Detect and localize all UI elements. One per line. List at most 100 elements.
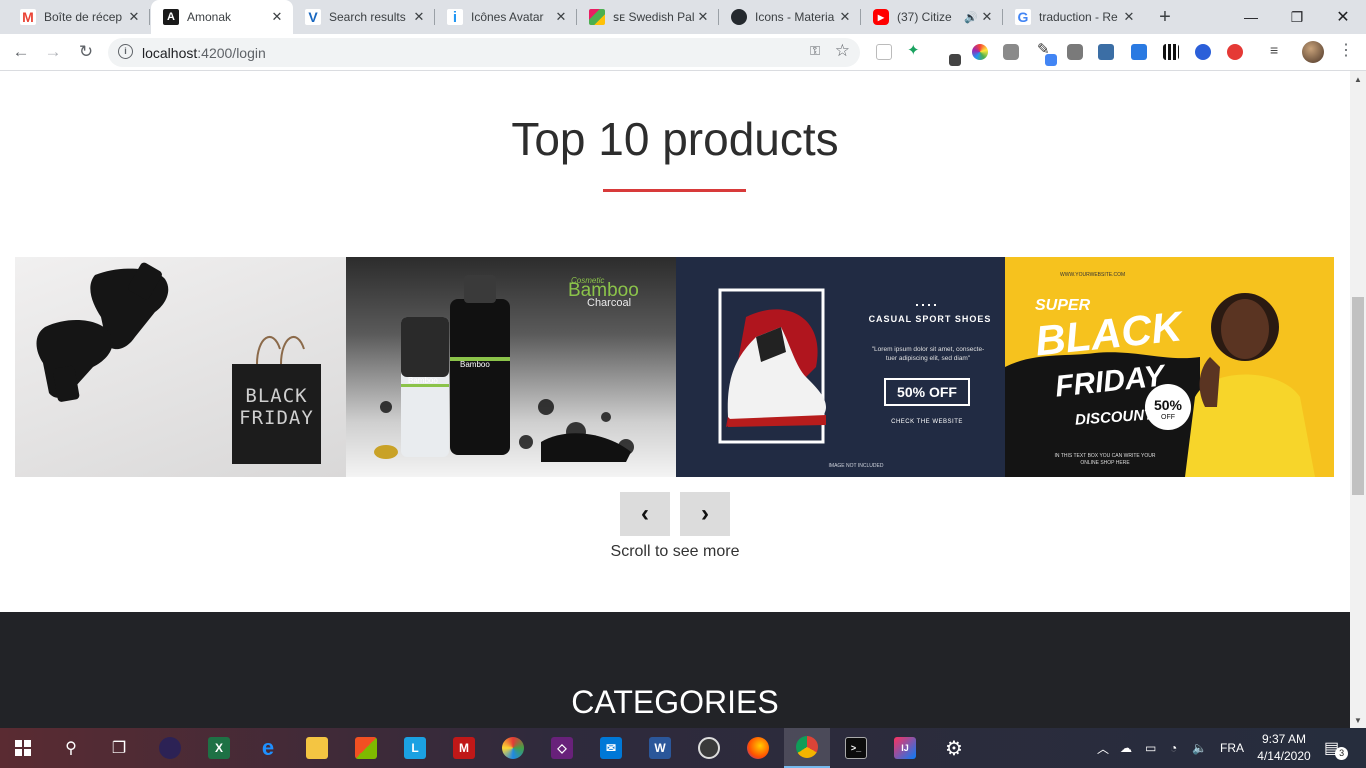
close-icon[interactable]: ✕ [411, 9, 427, 25]
bookmark-star-icon[interactable]: ☆ [835, 41, 850, 61]
categories-heading: CATEGORIES [571, 684, 779, 720]
super-black-friday-slide[interactable]: SUPER BLACK FRIDAY DISCOUNT 50% OFF WWW.… [1005, 257, 1334, 477]
carousel-prev-button[interactable]: ‹ [620, 492, 670, 536]
settings-app[interactable]: ⚙ [931, 728, 977, 768]
tab-youtube[interactable]: ▶ (37) Citize 🔊 ✕ [861, 0, 1003, 34]
slide-title: CASUAL SPORT SHOES [868, 314, 992, 324]
wifi-tray[interactable]: ◔ [1170, 728, 1177, 768]
firefox-app[interactable] [735, 728, 781, 768]
casual-sport-shoes-slide[interactable]: CASUAL SPORT SHOES "Lorem ipsum dolor si… [676, 257, 1005, 477]
bamboo-charcoal-slide[interactable]: Cosmetic Bamboo Charcoal Bamboo Bamboo [346, 257, 676, 477]
visual-studio-app[interactable]: ◇ [539, 728, 585, 768]
tab-title: Icons - Materia [755, 10, 835, 24]
rocket-extension-icon[interactable] [1195, 44, 1211, 60]
tab-amonak[interactable]: A Amonak ✕ [151, 0, 293, 34]
mail-app[interactable]: ✉ [588, 728, 634, 768]
action-center-button[interactable]: ▤ 3 [1324, 728, 1349, 768]
close-icon[interactable]: ✕ [553, 9, 569, 25]
check-website-link[interactable]: CHECK THE WEBSITE [883, 419, 971, 425]
restore-button[interactable]: ❐ [1274, 0, 1320, 34]
clock[interactable]: 9:37 AM 4/14/2020 [1252, 731, 1316, 765]
image-note: IMAGE NOT INCLUDED [828, 463, 884, 469]
url-text[interactable]: localhost:4200/login [142, 45, 266, 61]
eclipse-app[interactable] [147, 728, 193, 768]
terminal-app[interactable]: >_ [833, 728, 879, 768]
chevron-left-icon: ‹ [641, 500, 649, 527]
close-icon[interactable]: ✕ [1121, 9, 1137, 25]
new-tab-button[interactable]: + [1154, 6, 1176, 29]
edge-app[interactable]: e [245, 728, 291, 768]
wifi-icon: ◔ [1170, 741, 1178, 755]
tab-icons-material[interactable]: Icons - Materia ✕ [719, 0, 861, 34]
volume-tray[interactable]: 🔈 [1192, 728, 1207, 768]
show-hidden-icons-button[interactable]: ︿ [1097, 728, 1109, 768]
minimize-button[interactable]: — [1228, 0, 1274, 34]
mcafee-app[interactable]: M [441, 728, 487, 768]
black-friday-illustration [1005, 293, 1315, 477]
back-button[interactable]: ← [10, 41, 32, 63]
task-view-button[interactable]: ❐ [96, 728, 142, 768]
black-friday-shoes-slide[interactable]: BLACK FRIDAY [15, 257, 346, 477]
language-indicator[interactable]: FRA [1220, 728, 1244, 768]
close-icon[interactable]: ✕ [979, 9, 995, 25]
briefcase-extension-icon[interactable] [1098, 44, 1114, 60]
intellij-app[interactable]: IJ [882, 728, 928, 768]
search-icon: ⚲ [65, 740, 77, 757]
battery-tray[interactable]: ▭ [1145, 728, 1156, 768]
camera-extension-icon[interactable] [1003, 44, 1019, 60]
screenshot-extension-icon[interactable] [1067, 44, 1083, 60]
product-carousel[interactable]: BLACK FRIDAY Cosmetic Bamboo Charcoal Ba… [15, 257, 1334, 477]
excel-app[interactable]: X [196, 728, 242, 768]
word-app[interactable]: W [637, 728, 683, 768]
close-icon[interactable]: ✕ [269, 9, 285, 25]
word-icon: W [649, 737, 671, 759]
categories-section: CATEGORIES [0, 612, 1350, 728]
pocket-extension-icon[interactable] [876, 44, 892, 60]
color-picker-extension-icon[interactable] [972, 44, 988, 60]
profile-avatar[interactable] [1302, 41, 1324, 63]
download-extension-icon[interactable] [1131, 44, 1147, 60]
groove-app[interactable] [686, 728, 732, 768]
carousel-next-button[interactable]: › [680, 492, 730, 536]
close-icon[interactable]: ✕ [837, 9, 853, 25]
close-icon[interactable]: ✕ [695, 9, 711, 25]
chrome-app[interactable] [784, 728, 830, 768]
url-host: localhost [142, 45, 198, 61]
tab-icones-avatar[interactable]: i Icônes Avatar ✕ [435, 0, 577, 34]
block-extension-icon[interactable] [1227, 44, 1243, 60]
tab-gmail[interactable]: M Boîte de récep ✕ [8, 0, 150, 34]
l-app[interactable]: L [392, 728, 438, 768]
feather-extension-icon[interactable]: ✦ [907, 41, 923, 59]
onedrive-tray[interactable]: ☁ [1120, 728, 1132, 768]
store-app[interactable] [343, 728, 389, 768]
store-icon [355, 737, 377, 759]
scroll-hint: Scroll to see more [610, 543, 740, 560]
media-queue-icon[interactable]: ≡ [1270, 42, 1286, 58]
page-title: Top 10 products [511, 113, 839, 165]
qr-code-extension-icon[interactable] [1163, 44, 1179, 60]
info-icon[interactable]: i [118, 44, 133, 59]
scroll-up-arrow-icon[interactable]: ▲ [1354, 75, 1362, 84]
close-icon[interactable]: ✕ [126, 9, 142, 25]
tab-search-results[interactable]: V Search results ✕ [293, 0, 435, 34]
scroll-down-arrow-icon[interactable]: ▼ [1354, 716, 1362, 725]
forward-button[interactable]: → [42, 41, 64, 63]
reload-button[interactable]: ↻ [75, 41, 97, 63]
slide-body: "Lorem ipsum dolor sit amet, consecte-tu… [871, 346, 985, 362]
extension-icon[interactable] [949, 54, 961, 66]
scrollbar-thumb[interactable] [1352, 297, 1364, 495]
tab-traduction[interactable]: G traduction - Re ✕ [1003, 0, 1145, 34]
start-button[interactable] [0, 728, 46, 768]
tab-swedish-palette[interactable]: ꜱᴇ Swedish Pal ✕ [577, 0, 719, 34]
file-explorer-app[interactable] [294, 728, 340, 768]
search-button[interactable]: ⚲ [48, 728, 94, 768]
audio-icon[interactable]: 🔊 [963, 11, 979, 24]
paint-app[interactable] [490, 728, 536, 768]
chevron-up-icon: ︿ [1097, 741, 1110, 756]
address-bar[interactable]: i localhost:4200/login ⚿ ☆ [108, 38, 860, 67]
menu-icon[interactable]: ⋮ [1338, 40, 1354, 59]
page-scrollbar[interactable]: ▲ ▼ [1350, 71, 1366, 728]
key-icon[interactable]: ⚿ [810, 43, 820, 59]
website-text: WWW.YOURWEBSITE.COM [1060, 272, 1126, 278]
close-window-button[interactable]: ✕ [1320, 0, 1366, 34]
